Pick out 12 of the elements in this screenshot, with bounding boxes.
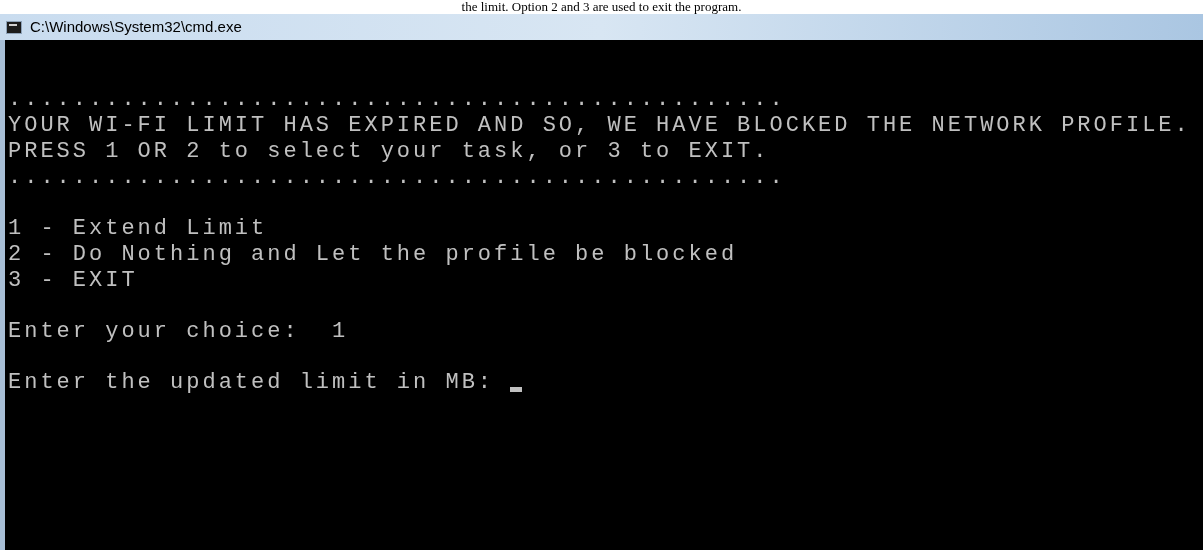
console-line: 2 - Do Nothing and Let the profile be blocked xyxy=(8,242,738,268)
caption-text: the limit. Option 2 and 3 are used to exit the program. xyxy=(461,0,742,14)
console-line: Enter the updated limit in MB: xyxy=(8,370,496,396)
console-line: 3 - EXIT xyxy=(8,268,138,294)
window-title: C:\Windows\System32\cmd.exe xyxy=(30,16,242,37)
console-line: 1 - Extend Limit xyxy=(8,216,268,242)
console-line: ................................................ xyxy=(8,165,786,191)
console-line: PRESS 1 OR 2 to select your task, or 3 to EXIT. xyxy=(8,139,770,165)
console-line: ................................................ xyxy=(8,87,786,113)
console-line: Enter your choice: 1 xyxy=(8,319,349,345)
console-icon xyxy=(6,20,22,34)
console-line: YOUR WI-FI LIMIT HAS EXPIRED AND SO, WE HAVE BLOCKED THE NETWORK PROFILE. xyxy=(8,113,1191,139)
